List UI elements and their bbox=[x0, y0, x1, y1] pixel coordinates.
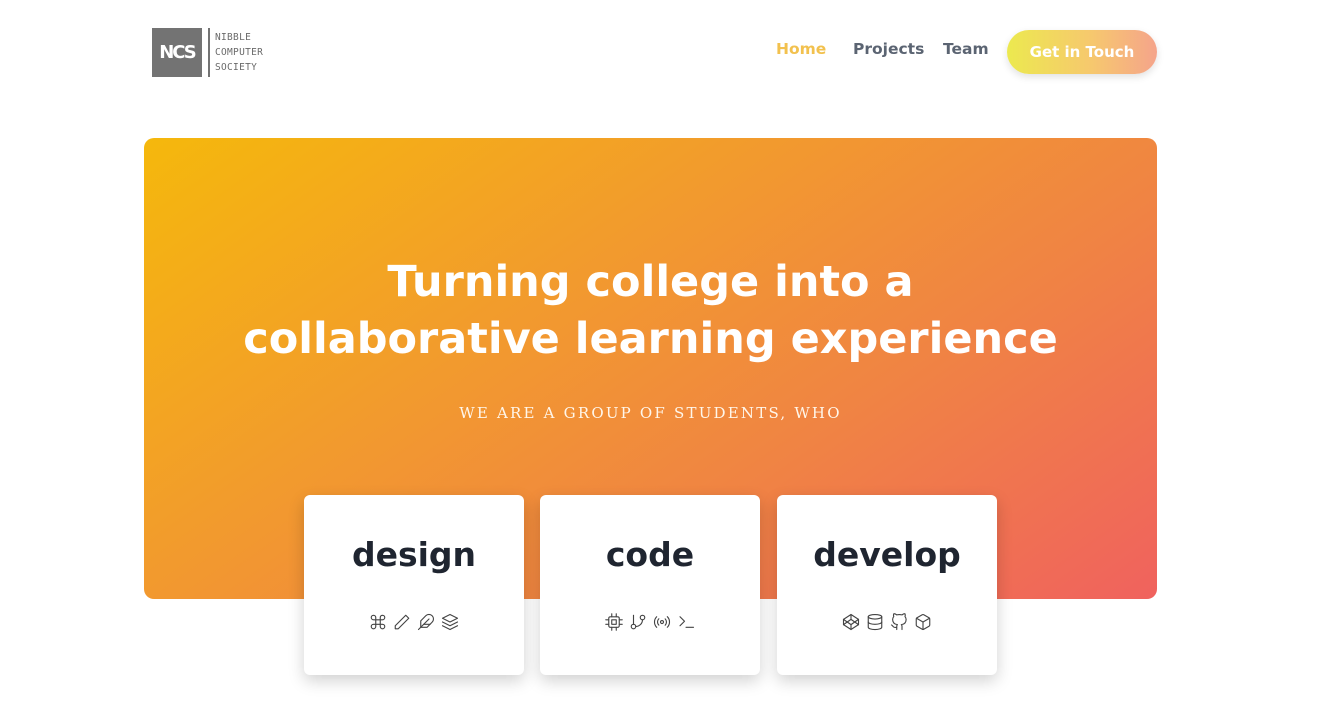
code-card-title: code bbox=[605, 535, 695, 574]
nav-team-link[interactable]: Team bbox=[943, 40, 989, 58]
logo-text: NIBBLE COMPUTER SOCIETY bbox=[215, 28, 263, 77]
page: NCS NIBBLE COMPUTER SOCIETY Home Project… bbox=[0, 0, 1327, 718]
nav-projects-link[interactable]: Projects bbox=[853, 40, 924, 58]
hero-title-line-2: collaborative learning experience bbox=[243, 314, 1058, 364]
pencil-icon bbox=[393, 613, 411, 631]
logo-line-2: COMPUTER bbox=[215, 47, 264, 58]
develop-card-icons bbox=[777, 613, 997, 631]
design-card-title: design bbox=[351, 535, 477, 574]
broadcast-icon bbox=[653, 613, 671, 631]
feather-icon bbox=[417, 613, 435, 631]
design-card: design bbox=[304, 495, 524, 675]
database-icon bbox=[866, 613, 884, 631]
git-branch-icon bbox=[629, 613, 647, 631]
nav-home-link[interactable]: Home bbox=[776, 40, 826, 58]
package-icon bbox=[914, 613, 932, 631]
command-icon bbox=[369, 613, 387, 631]
terminal-icon bbox=[677, 613, 695, 631]
code-card: code bbox=[540, 495, 760, 675]
hero-title: Turning college into a collaborative lea… bbox=[144, 254, 1157, 368]
logo[interactable]: NCS NIBBLE COMPUTER SOCIETY bbox=[152, 28, 263, 77]
cpu-icon bbox=[605, 613, 623, 631]
develop-card-title: develop bbox=[813, 535, 961, 574]
codepen-icon bbox=[842, 613, 860, 631]
layers-icon bbox=[441, 613, 459, 631]
logo-line-1: NIBBLE bbox=[215, 32, 252, 43]
code-card-icons bbox=[540, 613, 760, 631]
develop-card: develop bbox=[777, 495, 997, 675]
github-icon bbox=[890, 613, 908, 631]
logo-divider bbox=[208, 28, 210, 77]
get-in-touch-button[interactable]: Get in Touch bbox=[1007, 30, 1157, 74]
design-card-icons bbox=[304, 613, 524, 631]
logo-mark: NCS bbox=[152, 28, 202, 77]
hero-subtitle: WE ARE A GROUP OF STUDENTS, WHO bbox=[459, 404, 842, 422]
logo-line-3: SOCIETY bbox=[215, 62, 258, 73]
hero-title-line-1: Turning college into a bbox=[387, 257, 914, 307]
